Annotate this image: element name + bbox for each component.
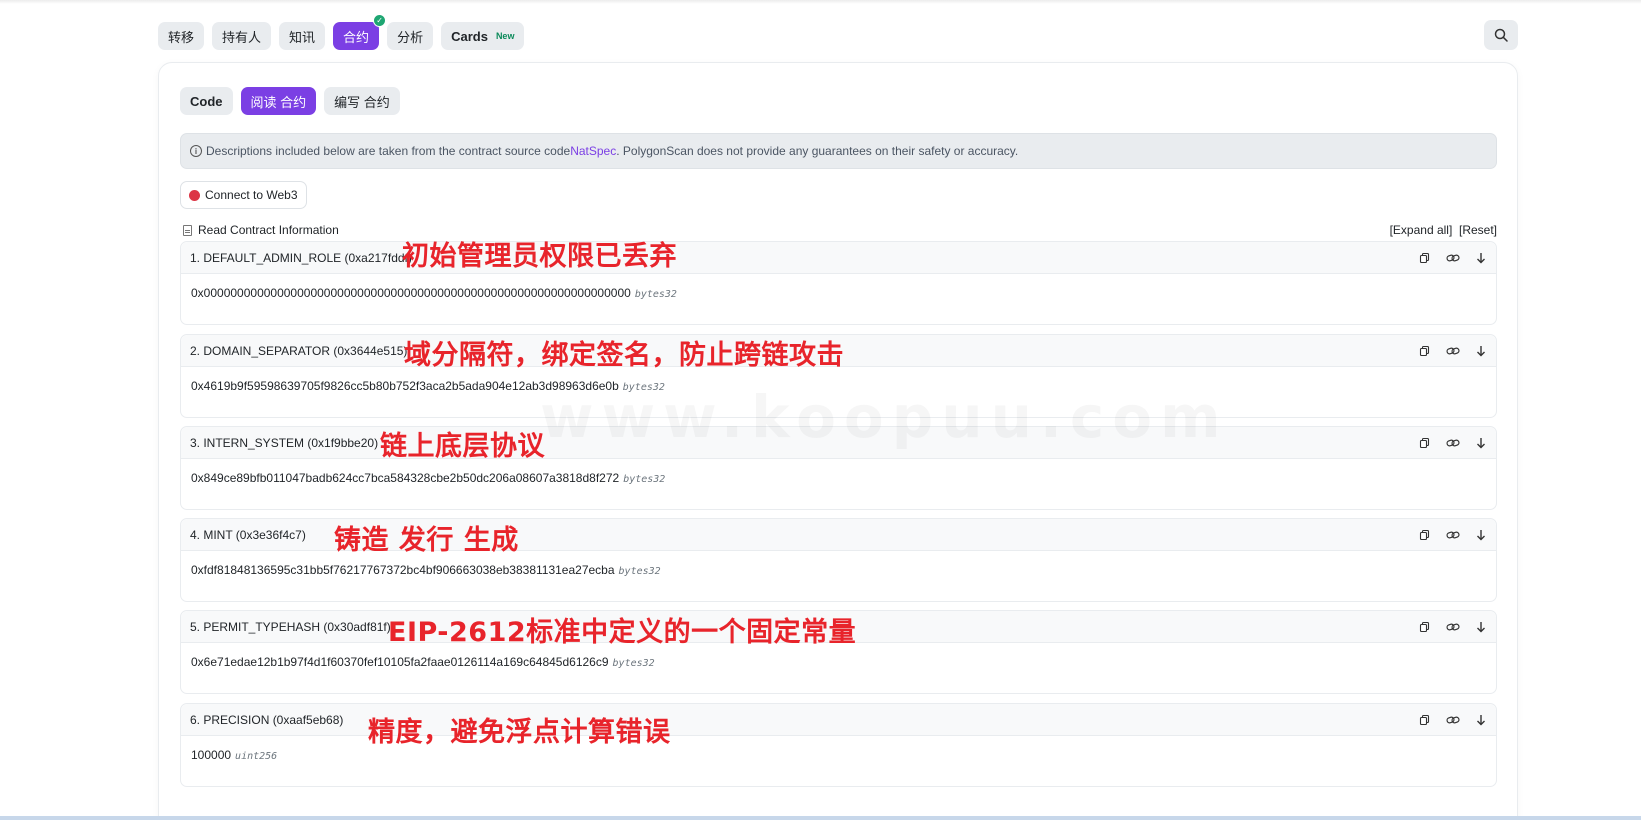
contract-item: 1. DEFAULT_ADMIN_ROLE (0xa217fddf) 0x0000… [180,241,1497,325]
item-actions [1418,242,1488,274]
collapse-arrow-icon[interactable] [1474,620,1488,634]
item-type: uint256 [235,751,278,762]
tab-transfers[interactable]: 转移 [158,22,205,50]
item-actions [1418,704,1488,736]
nav-tabs: 转移 持有人 知讯 合约 ✓ 分析 Cards New [158,14,525,50]
tab-label: 持有人 [222,29,262,45]
tab-label: 转移 [168,29,195,45]
link-icon[interactable] [1446,436,1460,450]
annotation-text: EIP-2612标准中定义的一个固定常量 [388,617,857,648]
verified-check-icon: ✓ [373,14,387,27]
tab-cards[interactable]: Cards New [441,22,525,50]
copy-icon[interactable] [1418,436,1432,450]
item-title: 5. PERMIT_TYPEHASH (0x30adf81f) [190,619,391,634]
tab-label: 知讯 [289,29,316,45]
subtab-write-contract[interactable]: 编写 合约 [324,87,400,115]
item-title: 1. DEFAULT_ADMIN_ROLE (0xa217fddf) [190,250,412,265]
tab-label: 合约 [343,29,370,45]
item-actions [1418,427,1488,459]
item-type: bytes32 [612,658,655,669]
natspec-link[interactable]: NatSpec [570,144,616,158]
copy-icon[interactable] [1418,528,1432,542]
notice-text-end: . PolygonScan does not provide any guara… [616,144,1019,158]
collapse-arrow-icon[interactable] [1474,713,1488,727]
read-info-label: Read Contract Information [198,223,339,237]
search-icon [1494,28,1508,42]
link-icon[interactable] [1446,713,1460,727]
tab-label: 分析 [397,29,424,45]
bottom-edge [0,816,1641,820]
collapse-arrow-icon[interactable] [1474,528,1488,542]
contract-subtabs: Code 阅读 合约 编写 合约 [180,87,400,115]
tab-holders[interactable]: 持有人 [212,22,272,50]
item-type: bytes32 [623,474,666,485]
copy-icon[interactable] [1418,344,1432,358]
collapse-arrow-icon[interactable] [1474,251,1488,265]
collapse-arrow-icon[interactable] [1474,344,1488,358]
search-button[interactable] [1484,20,1518,50]
annotation-text: 初始管理员权限已丢弃 [402,241,677,272]
item-title: 4. MINT (0x3e36f4c7) [190,527,306,542]
copy-icon[interactable] [1418,251,1432,265]
item-actions [1418,611,1488,643]
tab-label: Cards [451,28,488,44]
item-value: 0x00000000000000000000000000000000000000… [191,286,631,300]
expand-all-link[interactable]: [Expand all] [1390,223,1453,237]
item-value: 100000 [191,748,232,762]
item-title: 2. DOMAIN_SEPARATOR (0x3644e515) [190,343,408,358]
item-value: 0x849ce89bfb011047badb624cc7bca584328cbe… [191,471,620,485]
item-title: 3. INTERN_SYSTEM (0x1f9bbe20) [190,435,379,450]
tab-contract[interactable]: 合约 ✓ [333,14,387,50]
item-body: 0x00000000000000000000000000000000000000… [181,274,1496,324]
item-type: bytes32 [618,566,661,577]
reset-link[interactable]: [Reset] [1459,223,1497,237]
disconnected-dot-icon [189,189,200,201]
info-icon: i [190,145,202,157]
subtab-code[interactable]: Code [180,87,233,115]
new-badge: New [495,31,515,41]
link-icon[interactable] [1446,344,1460,358]
link-icon[interactable] [1446,620,1460,634]
item-body: 0x6e71edae12b1b97f4d1f60370fef10105fa2fa… [181,643,1496,693]
top-edge [0,0,1641,4]
item-body: 0xfdf81848136595c31bb5f76217767372bc4bf9… [181,551,1496,601]
expand-controls: [Expand all] [Reset] [1390,223,1497,237]
item-type: bytes32 [634,289,677,300]
tab-info[interactable]: 知讯 [279,22,326,50]
link-icon[interactable] [1446,251,1460,265]
item-actions [1418,519,1488,551]
item-value: 0x6e71edae12b1b97f4d1f60370fef10105fa2fa… [191,655,609,669]
document-icon [183,224,192,236]
subtab-read-contract[interactable]: 阅读 合约 [240,87,317,115]
tab-analytics[interactable]: 分析 [387,22,434,50]
item-actions [1418,335,1488,367]
watermark: www.koopuu.com [540,383,1229,451]
item-value: 0xfdf81848136595c31bb5f76217767372bc4bf9… [191,563,615,577]
read-contract-info: Read Contract Information [183,223,339,237]
item-body: 0x849ce89bfb011047badb624cc7bca584328cbe… [181,459,1496,509]
connect-web3-button[interactable]: Connect to Web3 [180,181,307,209]
natspec-notice: i Descriptions included below are taken … [180,133,1497,169]
annotation-text: 域分隔符，绑定签名，防止跨链攻击 [404,340,844,371]
item-title: 6. PRECISION (0xaaf5eb68) [190,712,344,727]
annotation-text: 精度，避免浮点计算错误 [368,717,671,748]
copy-icon[interactable] [1418,713,1432,727]
collapse-arrow-icon[interactable] [1474,436,1488,450]
annotation-text: 链上底层协议 [380,431,545,462]
notice-text: Descriptions included below are taken fr… [206,144,571,158]
link-icon[interactable] [1446,528,1460,542]
annotation-text: 铸造 发行 生成 [334,525,519,556]
connect-label: Connect to Web3 [205,188,298,202]
item-header[interactable]: 1. DEFAULT_ADMIN_ROLE (0xa217fddf) [181,242,1496,274]
copy-icon[interactable] [1418,620,1432,634]
